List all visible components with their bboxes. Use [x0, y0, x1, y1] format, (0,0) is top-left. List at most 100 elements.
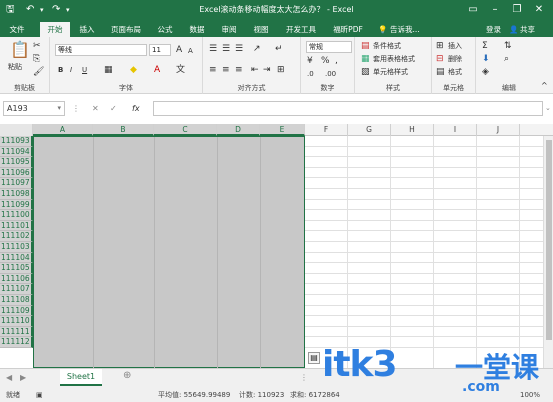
delete-cells-button[interactable]: 删除 [448, 54, 462, 64]
vertical-scrollbar[interactable] [543, 136, 553, 368]
tab-developer[interactable]: 开发工具 [281, 22, 321, 37]
next-sheet-icon[interactable]: ▶ [20, 372, 26, 384]
collapse-ribbon-icon[interactable]: ^ [541, 81, 548, 91]
add-sheet-icon[interactable]: ⊕ [123, 370, 131, 382]
tab-data[interactable]: 数据 [184, 22, 210, 37]
row-header[interactable]: 111103 [0, 242, 33, 253]
percent-icon[interactable]: % [321, 56, 330, 66]
insert-cells-button[interactable]: 插入 [448, 41, 462, 51]
fill-color-icon[interactable]: ◆ [130, 65, 137, 75]
align-top-icon[interactable]: ☰ [209, 44, 217, 54]
cell-area[interactable]: ▤ [33, 136, 553, 368]
underline-button[interactable]: U [82, 65, 87, 75]
row-header[interactable]: 111110 [0, 316, 33, 327]
italic-button[interactable]: I [70, 65, 72, 75]
macro-record-icon[interactable]: ▣ [36, 388, 43, 402]
paste-icon[interactable]: 📋 [10, 41, 30, 59]
insert-function-icon[interactable]: fx [132, 101, 140, 116]
cell-styles-button[interactable]: 单元格样式 [373, 67, 408, 77]
column-header[interactable]: A [33, 124, 93, 136]
close-button[interactable]: ✕ [528, 2, 550, 18]
row-header[interactable]: 111094 [0, 146, 33, 158]
row-header[interactable]: 111112 [0, 337, 33, 348]
tab-view[interactable]: 视图 [248, 22, 274, 37]
expand-formula-icon[interactable]: ⌄ [545, 101, 551, 116]
align-middle-icon[interactable]: ☰ [222, 44, 230, 54]
row-header[interactable]: 111105 [0, 263, 33, 274]
row-header[interactable]: 111106 [0, 273, 33, 285]
prev-sheet-icon[interactable]: ◀ [6, 372, 12, 384]
column-header[interactable]: G [348, 124, 391, 136]
minimize-button[interactable]: – [484, 2, 506, 18]
sheet-options-icon[interactable]: ⋮ [300, 372, 308, 384]
column-header[interactable]: D [217, 124, 260, 136]
increase-decimal-icon[interactable]: .0 [307, 69, 314, 79]
currency-icon[interactable]: ¥ [307, 56, 313, 66]
row-header[interactable]: 111097 [0, 178, 33, 189]
decrease-indent-icon[interactable]: ⇤ [251, 65, 259, 75]
quick-analysis-icon[interactable]: ▤ [308, 352, 320, 364]
format-as-table-button[interactable]: 套用表格格式 [373, 54, 415, 64]
login-link[interactable]: 登录 [486, 22, 501, 37]
tab-home[interactable]: 开始 [40, 22, 70, 37]
column-header[interactable]: B [93, 124, 154, 136]
align-center-icon[interactable]: ≡ [222, 65, 230, 75]
align-bottom-icon[interactable]: ☰ [235, 44, 243, 54]
phonetic-icon[interactable]: 文 [176, 65, 185, 75]
decrease-decimal-icon[interactable]: .00 [325, 69, 336, 79]
column-header[interactable]: I [434, 124, 477, 136]
ribbon-display-options-button[interactable]: ▭ [462, 2, 484, 18]
tab-insert[interactable]: 插入 [74, 22, 100, 37]
font-color-icon[interactable]: A [154, 65, 160, 75]
select-all-corner[interactable] [0, 124, 33, 136]
column-header[interactable]: C [154, 124, 217, 136]
row-header[interactable]: 111108 [0, 295, 33, 306]
tab-formulas[interactable]: 公式 [152, 22, 178, 37]
find-select-icon[interactable]: ⌕ [504, 54, 509, 64]
font-size-select[interactable]: 11 [149, 44, 171, 56]
row-header[interactable]: 111099 [0, 199, 33, 211]
row-header[interactable]: 111111 [0, 326, 33, 338]
paste-button[interactable]: 粘贴 [8, 62, 22, 72]
format-cells-button[interactable]: 格式 [448, 67, 462, 77]
column-header[interactable]: H [391, 124, 434, 136]
conditional-format-button[interactable]: 条件格式 [373, 41, 401, 51]
enter-icon[interactable]: ✓ [110, 101, 117, 116]
copy-icon[interactable]: ⎘ [33, 54, 40, 64]
row-header[interactable]: 111102 [0, 231, 33, 242]
tell-me-search[interactable]: 告诉我... [390, 22, 420, 37]
row-header[interactable]: 111107 [0, 284, 33, 295]
tab-file[interactable]: 文件 [4, 22, 30, 37]
formula-input[interactable] [153, 101, 543, 116]
restore-button[interactable]: ❐ [506, 2, 528, 18]
row-header[interactable]: 111109 [0, 305, 33, 317]
scrollbar-thumb[interactable] [546, 140, 552, 340]
selected-range[interactable] [33, 136, 305, 368]
column-header[interactable]: F [305, 124, 348, 136]
sort-filter-icon[interactable]: ⇅ [504, 41, 512, 51]
tab-review[interactable]: 审阅 [216, 22, 242, 37]
name-box-dropdown-icon[interactable]: ▾ [57, 102, 61, 115]
align-left-icon[interactable]: ≡ [209, 65, 217, 75]
cut-icon[interactable]: ✂ [33, 41, 41, 51]
zoom-level[interactable]: 100% [520, 388, 540, 402]
row-header[interactable]: 111096 [0, 167, 33, 179]
sheet-tab[interactable]: Sheet1 [60, 369, 102, 386]
font-name-select[interactable]: 等线 [55, 44, 147, 56]
row-header[interactable]: 111101 [0, 220, 33, 232]
clear-icon[interactable]: ◈ [482, 67, 489, 77]
align-right-icon[interactable]: ≡ [235, 65, 243, 75]
increase-font-icon[interactable]: A [176, 45, 182, 55]
row-header[interactable]: 111093 [0, 136, 33, 147]
comma-icon[interactable]: , [335, 56, 338, 66]
format-painter-icon[interactable]: 🖌 [33, 67, 44, 77]
cancel-icon[interactable]: ✕ [92, 101, 99, 116]
row-header[interactable]: 111098 [0, 189, 33, 200]
share-button[interactable]: 共享 [520, 22, 535, 37]
row-header[interactable]: 111100 [0, 210, 33, 221]
bold-button[interactable]: B [58, 65, 63, 75]
increase-indent-icon[interactable]: ⇥ [263, 65, 271, 75]
column-header[interactable]: J [477, 124, 520, 136]
wrap-text-icon[interactable]: ↵ [275, 44, 283, 54]
merge-center-icon[interactable]: ⊞ [277, 65, 285, 75]
